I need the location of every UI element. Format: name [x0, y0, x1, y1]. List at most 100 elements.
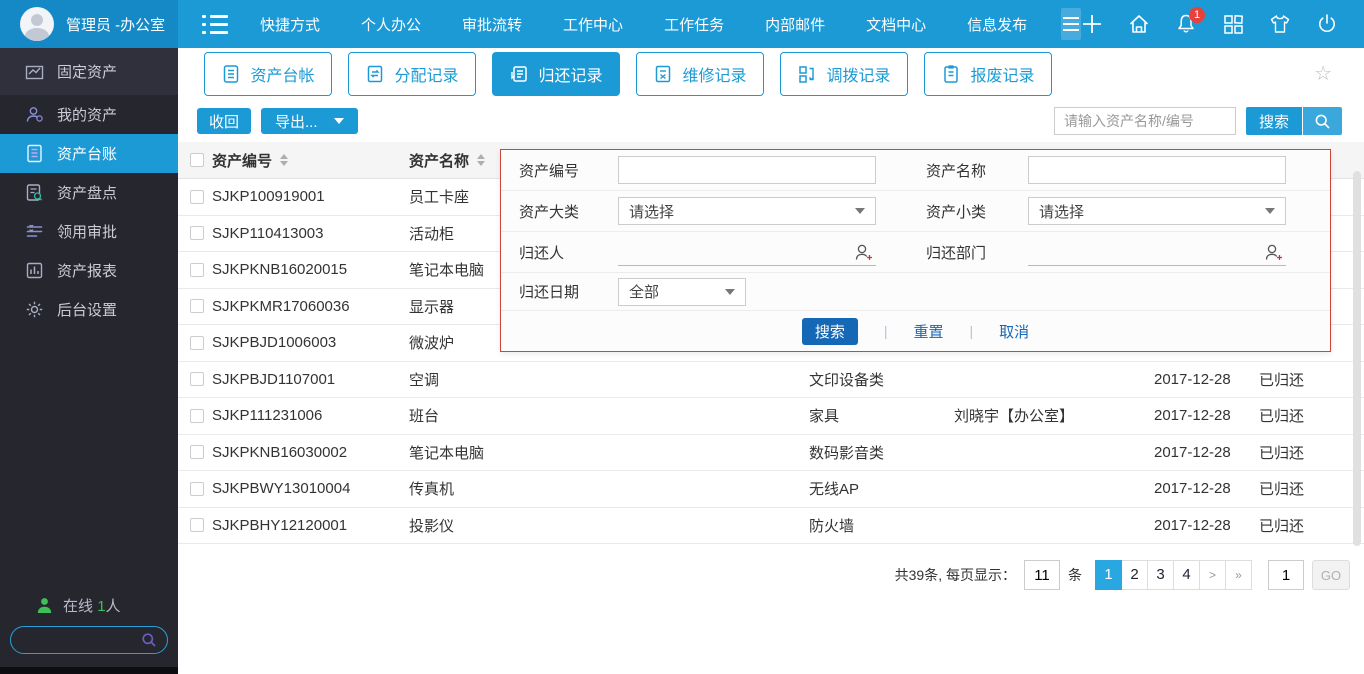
sidebar-item-label: 固定资产 [57, 61, 117, 82]
filter-reset-button[interactable]: 重置 [913, 321, 943, 342]
export-button[interactable]: 导出... [261, 108, 358, 134]
tab-scrap-records[interactable]: 报废记录 [924, 52, 1052, 96]
filter-dept-label: 归还部门 [926, 242, 1028, 263]
row-checkbox[interactable] [190, 518, 204, 532]
filter-cancel-button[interactable]: 取消 [999, 321, 1029, 342]
online-person-icon [36, 597, 53, 614]
row-checkbox[interactable] [190, 445, 204, 459]
nav-item-personal[interactable]: 个人办公 [361, 14, 421, 35]
sort-icon[interactable] [280, 154, 288, 166]
sidebar-item-asset-inventory[interactable]: 资产盘点 [0, 173, 178, 212]
nav-item-workcenter[interactable]: 工作中心 [563, 14, 623, 35]
search-input[interactable] [1054, 107, 1236, 135]
home-icon[interactable] [1128, 13, 1150, 35]
row-checkbox[interactable] [190, 263, 204, 277]
table-row[interactable]: SJKPBWY13010004 传真机 无线AP 2017-12-28 已归还 [178, 471, 1364, 508]
sidebar-item-asset-report[interactable]: 资产报表 [0, 251, 178, 290]
main-content: 资产台帐 分配记录 归还记录 维修记录 调拨记录 报废记录 ☆ 收回 导出... [178, 48, 1364, 674]
chevron-down-icon [334, 118, 344, 124]
search-icon[interactable] [141, 632, 157, 648]
filter-returner-input[interactable] [618, 244, 854, 260]
filter-code-input[interactable] [618, 156, 876, 184]
apps-icon[interactable] [1222, 13, 1244, 35]
filter-name-input[interactable] [1028, 156, 1286, 184]
row-checkbox[interactable] [190, 190, 204, 204]
export-label: 导出... [275, 111, 318, 132]
nav-item-approval[interactable]: 审批流转 [462, 14, 522, 35]
ledger-icon [24, 144, 44, 164]
page-size-input[interactable] [1024, 560, 1060, 590]
chart-icon [24, 62, 44, 82]
nav-item-tasks[interactable]: 工作任务 [664, 14, 724, 35]
nav-item-docs[interactable]: 文档中心 [866, 14, 926, 35]
cell-category: 数码影音类 [809, 442, 954, 463]
nav-item-shortcuts[interactable]: 快捷方式 [260, 14, 320, 35]
tab-transfer-records[interactable]: 调拨记录 [780, 52, 908, 96]
cell-code: SJKPBHY12120001 [212, 517, 409, 534]
row-checkbox[interactable] [190, 482, 204, 496]
filter-name-label: 资产名称 [926, 160, 1028, 181]
favorite-star-icon[interactable]: ☆ [1314, 64, 1332, 84]
select-all-checkbox[interactable] [190, 153, 204, 167]
tab-label: 归还记录 [538, 62, 602, 86]
table-row[interactable]: SJKP111231006 班台 家具 刘晓宇【办公室】 2017-12-28 … [178, 398, 1364, 435]
search-icon-button[interactable] [1302, 107, 1342, 135]
filter-date-select[interactable]: 全部 [618, 278, 746, 306]
cell-status: 已归还 [1259, 442, 1364, 463]
person-add-icon[interactable] [854, 243, 874, 261]
tab-repair-records[interactable]: 维修记录 [636, 52, 764, 96]
filter-search-button[interactable]: 搜索 [802, 318, 858, 345]
bell-icon[interactable]: 1 [1175, 13, 1197, 35]
row-checkbox[interactable] [190, 409, 204, 423]
filter-minor-select[interactable]: 请选择 [1028, 197, 1286, 225]
sidebar-item-asset-ledger[interactable]: 资产台账 [0, 134, 178, 173]
cell-date: 2017-12-28 [1154, 444, 1259, 461]
person-add-icon[interactable] [1264, 243, 1284, 261]
page-2[interactable]: 2 [1121, 560, 1148, 590]
last-page-button[interactable]: » [1225, 560, 1252, 590]
shirt-icon[interactable] [1269, 13, 1291, 35]
sidebar-item-my-assets[interactable]: 我的资产 [0, 95, 178, 134]
table-row[interactable]: SJKPBHY12120001 投影仪 防火墙 2017-12-28 已归还 [178, 508, 1364, 545]
collapse-menu-icon[interactable] [202, 14, 228, 34]
tab-allocation-records[interactable]: 分配记录 [348, 52, 476, 96]
search-button[interactable]: 搜索 [1246, 107, 1302, 135]
power-icon[interactable] [1316, 13, 1338, 35]
filter-major-select[interactable]: 请选择 [618, 197, 876, 225]
sidebar-item-settings[interactable]: 后台设置 [0, 290, 178, 329]
nav-item-info[interactable]: 信息发布 [967, 14, 1027, 35]
goto-page-input[interactable] [1268, 560, 1304, 590]
nav-item-mail[interactable]: 内部邮件 [765, 14, 825, 35]
row-checkbox[interactable] [190, 226, 204, 240]
sidebar-item-label: 资产台账 [57, 143, 117, 164]
row-checkbox[interactable] [190, 299, 204, 313]
topbar-user-area[interactable]: 管理员 -办公室 [0, 0, 178, 48]
sort-icon[interactable] [477, 154, 485, 166]
avatar[interactable] [20, 7, 54, 41]
tab-asset-ledger[interactable]: 资产台帐 [204, 52, 332, 96]
cell-code: SJKP110413003 [212, 225, 409, 242]
row-checkbox[interactable] [190, 336, 204, 350]
tab-return-records[interactable]: 归还记录 [492, 52, 620, 96]
plus-icon[interactable] [1081, 13, 1103, 35]
next-page-button[interactable]: > [1199, 560, 1226, 590]
allocation-tab-icon [365, 64, 385, 84]
row-checkbox[interactable] [190, 372, 204, 386]
cell-name: 传真机 [409, 478, 809, 499]
table-row[interactable]: SJKPKNB16030002 笔记本电脑 数码影音类 2017-12-28 已… [178, 435, 1364, 472]
page-buttons: 1 2 3 4 > » [1096, 560, 1252, 590]
sidebar-item-approval[interactable]: 领用审批 [0, 212, 178, 251]
sidebar-item-fixed-assets[interactable]: 固定资产 [0, 48, 178, 95]
more-menu-icon[interactable] [1061, 8, 1081, 40]
tab-label: 分配记录 [394, 62, 458, 86]
page-3[interactable]: 3 [1147, 560, 1174, 590]
recall-button[interactable]: 收回 [197, 108, 251, 134]
sidebar-search-input[interactable] [11, 633, 141, 648]
filter-dept-input[interactable] [1028, 244, 1264, 260]
page-4[interactable]: 4 [1173, 560, 1200, 590]
chevron-down-icon [855, 208, 865, 214]
go-button[interactable]: GO [1312, 560, 1350, 590]
page-1[interactable]: 1 [1095, 560, 1122, 590]
table-row[interactable]: SJKPBJD1107001 空调 文印设备类 2017-12-28 已归还 [178, 362, 1364, 399]
vertical-scrollbar[interactable] [1353, 171, 1361, 546]
